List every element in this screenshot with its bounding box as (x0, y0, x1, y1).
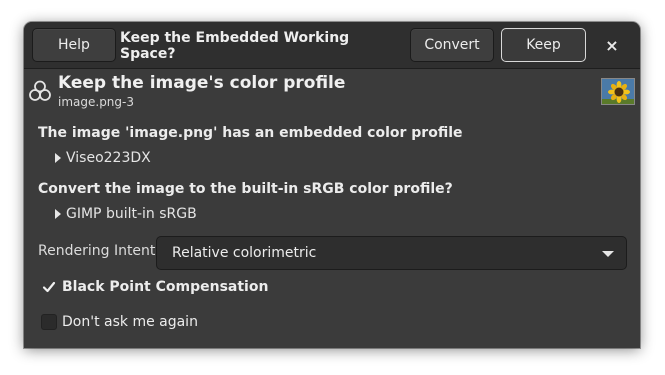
close-icon[interactable]: × (602, 35, 622, 55)
dont-ask-label: Don't ask me again (62, 314, 198, 330)
black-point-compensation-checkbox[interactable]: Black Point Compensation (41, 279, 268, 295)
unchecked-box-icon (41, 314, 57, 330)
embedded-profile-expander[interactable]: Viseo223DX (55, 150, 151, 166)
dialog-title: Keep the Embedded Working Space? (120, 29, 350, 62)
embedded-profile-name: Viseo223DX (66, 150, 151, 166)
header-bar: Help Keep the Embedded Working Space? Co… (24, 22, 640, 69)
sunflower-thumbnail (601, 78, 635, 105)
keep-working-space-dialog: Help Keep the Embedded Working Space? Co… (24, 22, 640, 348)
help-button[interactable]: Help (32, 28, 116, 62)
color-profile-icon (29, 80, 51, 101)
dont-ask-again-checkbox[interactable]: Don't ask me again (41, 314, 198, 330)
black-point-label: Black Point Compensation (62, 279, 269, 295)
convert-profile-label: Convert the image to the built-in sRGB c… (38, 181, 453, 197)
checkmark-icon (41, 279, 57, 295)
rendering-intent-value: Relative colorimetric (172, 245, 317, 261)
profile-heading: Keep the image's color profile (58, 73, 346, 93)
builtin-profile-expander[interactable]: GIMP built-in sRGB (55, 206, 197, 222)
keep-button[interactable]: Keep (501, 28, 586, 62)
dropdown-arrow-icon (602, 251, 614, 257)
rendering-intent-dropdown[interactable]: Relative colorimetric (156, 236, 627, 270)
convert-button[interactable]: Convert (410, 28, 494, 62)
image-name: image.png-3 (58, 95, 134, 109)
expander-arrow-icon (55, 153, 61, 163)
expander-arrow-icon (55, 209, 61, 219)
embedded-profile-label: The image 'image.png' has an embedded co… (38, 125, 463, 141)
builtin-profile-name: GIMP built-in sRGB (66, 206, 197, 222)
rendering-intent-label: Rendering Intent: (38, 243, 161, 259)
